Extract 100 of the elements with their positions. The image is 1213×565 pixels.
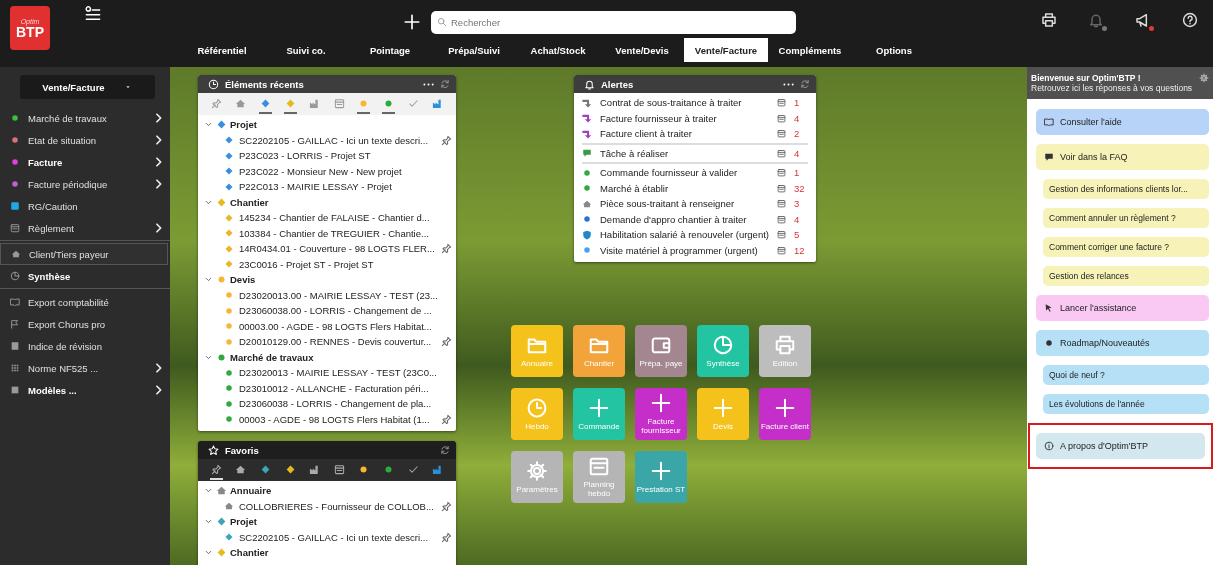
help-link[interactable]: Comment corriger une facture ? [1043, 237, 1209, 257]
help-link[interactable]: Voir dans la FAQ [1036, 144, 1209, 170]
nav-tab[interactable]: Options [852, 38, 936, 62]
nav-tab[interactable]: Vente/Facture [684, 38, 768, 62]
recent-item[interactable]: 103384 - Chantier de TREGUIER - Chantie... [239, 227, 452, 239]
printer-icon[interactable] [1041, 12, 1057, 28]
alert-label[interactable]: Commande fournisseur à valider [600, 167, 769, 179]
sidebar-item[interactable]: Client/Tiers payeur [0, 243, 168, 265]
help-icon[interactable] [1182, 12, 1198, 28]
pin-icon[interactable] [441, 134, 452, 146]
recent-item[interactable]: SC2202105 - GAILLAC - Ici un texte descri... [239, 134, 436, 146]
recent-item[interactable]: D23060038.00 - LORRIS - Changement de ... [239, 305, 452, 317]
help-link[interactable]: Les évolutions de l'année [1043, 394, 1209, 414]
nav-tab[interactable]: Compléments [768, 38, 852, 62]
recent-item[interactable]: 00003 - AGDE - 98 LOGTS Flers Habitat (1... [239, 413, 436, 425]
help-link[interactable]: Lancer l'assistance [1036, 295, 1209, 321]
nav-tab[interactable]: Pointage [348, 38, 432, 62]
menu-icon[interactable] [85, 6, 101, 22]
settings-icon[interactable] [1199, 73, 1209, 83]
alert-label[interactable]: Contrat de sous-traitance à traiter [600, 97, 769, 109]
refresh-icon[interactable] [440, 445, 450, 455]
recent-item[interactable]: D20010129.00 - RENNES - Devis couvertur... [239, 336, 436, 348]
help-link[interactable]: Gestion des informations clients lor... [1043, 179, 1209, 199]
shortcut-tile[interactable]: Facture fournisseur [635, 388, 687, 440]
alert-label[interactable]: Pièce sous-traitant à renseigner [600, 198, 769, 210]
pin-icon[interactable] [441, 336, 452, 348]
recent-item[interactable]: D23020013.00 - MAIRIE LESSAY - TEST (23... [239, 289, 452, 301]
group-label[interactable]: Chantier [230, 196, 269, 208]
nav-tab[interactable]: Achat/Stock [516, 38, 600, 62]
refresh-icon[interactable] [800, 79, 810, 89]
alert-count: 2 [794, 128, 801, 140]
clock-icon [526, 396, 548, 419]
group-label[interactable]: Marché de travaux [230, 351, 314, 363]
pin-icon[interactable] [441, 500, 452, 512]
search-field[interactable]: Rechercher [431, 10, 796, 34]
recent-item[interactable]: P23C023 - LORRIS - Projet ST [239, 150, 452, 162]
alert-label[interactable]: Facture fournisseur à traiter [600, 112, 769, 124]
sidebar-item[interactable]: RG/Caution [0, 195, 170, 217]
help-link[interactable]: A propos d'Optim'BTP [1036, 433, 1205, 459]
sidebar-item[interactable]: Synthèse [0, 265, 170, 287]
sidebar-item[interactable]: Marché de travaux [0, 107, 170, 129]
help-link[interactable]: Consulter l'aide [1036, 109, 1209, 135]
group-label[interactable]: Annuaire [230, 485, 272, 497]
printer-icon [774, 333, 796, 356]
alert-label[interactable]: Facture client à traiter [600, 128, 769, 140]
nav-tab[interactable]: Vente/Devis [600, 38, 684, 62]
sidebar-item[interactable]: Facture [0, 151, 170, 173]
module-dropdown[interactable]: Vente/Facture [20, 75, 155, 99]
group-label[interactable]: Projet [230, 119, 257, 131]
favorite-item[interactable]: SC2202105 - GAILLAC - Ici un texte descri... [239, 531, 436, 543]
sidebar-item[interactable]: Export comptabilité [0, 291, 170, 313]
pin-icon[interactable] [441, 531, 452, 543]
sidebar-item[interactable]: Règlement [0, 217, 170, 239]
nav-tab[interactable]: Suivi co. [264, 38, 348, 62]
sidebar-item[interactable]: Export Chorus pro [0, 313, 170, 335]
bell-icon[interactable] [1088, 12, 1104, 28]
recent-item[interactable]: D23010012 - ALLANCHE - Facturation péri... [239, 382, 452, 394]
recent-item[interactable]: P22C013 - MAIRIE LESSAY - Projet [239, 181, 452, 193]
chevron-icon [154, 135, 164, 145]
factory-icon [309, 463, 321, 475]
chevron-icon [154, 157, 164, 167]
recent-item[interactable]: 14R0434.01 - Couverture - 98 LOGTS FLER... [239, 243, 436, 255]
recent-item[interactable]: P23C022 - Monsieur New - New projet [239, 165, 452, 177]
sidebar-item[interactable]: Etat de situation [0, 129, 170, 151]
alert-label[interactable]: Habilitation salarié à renouveler (urgent) [600, 229, 769, 241]
dot-icon [224, 383, 234, 394]
pie-chart-icon [712, 333, 734, 356]
recent-item[interactable]: D23020013 - MAIRIE LESSAY - TEST (23C0... [239, 367, 452, 379]
recent-item[interactable]: 145234 - Chantier de FALAISE - Chantier d... [239, 212, 452, 224]
shortcut-tile[interactable]: Facture client [759, 388, 811, 440]
nav-tab[interactable]: Prépa/Suivi [432, 38, 516, 62]
sidebar-item[interactable]: Facture périodique [0, 173, 170, 195]
help-link[interactable]: Quoi de neuf ? [1043, 365, 1209, 385]
alert-label[interactable]: Demande d'appro chantier à traiter [600, 213, 769, 225]
plus-icon[interactable] [403, 13, 421, 31]
alert-label[interactable]: Visite matériel à programmer (urgent) [600, 244, 769, 256]
help-link[interactable]: Roadmap/Nouveautés [1036, 330, 1209, 356]
sidebar-item[interactable]: Modèles ... [0, 379, 170, 401]
alert-label[interactable]: Tâche à réaliser [600, 147, 769, 159]
group-label[interactable]: Chantier [230, 547, 269, 559]
group-label[interactable]: Projet [230, 516, 257, 528]
pin-icon[interactable] [441, 413, 452, 425]
help-link[interactable]: Gestion des relances [1043, 266, 1209, 286]
nav-tab[interactable]: Référentiel [180, 38, 264, 62]
pin-icon[interactable] [441, 243, 452, 255]
alert-count: 12 [794, 244, 806, 256]
sidebar-item[interactable]: Indice de révision [0, 335, 170, 357]
group-label[interactable]: Devis [230, 274, 256, 286]
dot-icon [224, 305, 234, 316]
pin-icon [210, 97, 222, 109]
chevron-icon [154, 179, 164, 189]
sidebar-item[interactable]: Norme NF525 ... [0, 357, 170, 379]
help-link[interactable]: Comment annuler un règlement ? [1043, 208, 1209, 228]
refresh-icon[interactable] [440, 79, 450, 89]
favorite-item[interactable]: COLLOBRIERES - Fournisseur de COLLOB... [239, 500, 436, 512]
alert-count: 1 [794, 167, 801, 179]
alert-label[interactable]: Marché à établir [600, 182, 769, 194]
recent-item[interactable]: 23C0016 - Projet ST - Projet ST [239, 258, 452, 270]
recent-item[interactable]: D23060038 - LORRIS - Changement de pla... [239, 398, 452, 410]
recent-item[interactable]: 00003.00 - AGDE - 98 LOGTS Flers Habitat... [239, 320, 452, 332]
